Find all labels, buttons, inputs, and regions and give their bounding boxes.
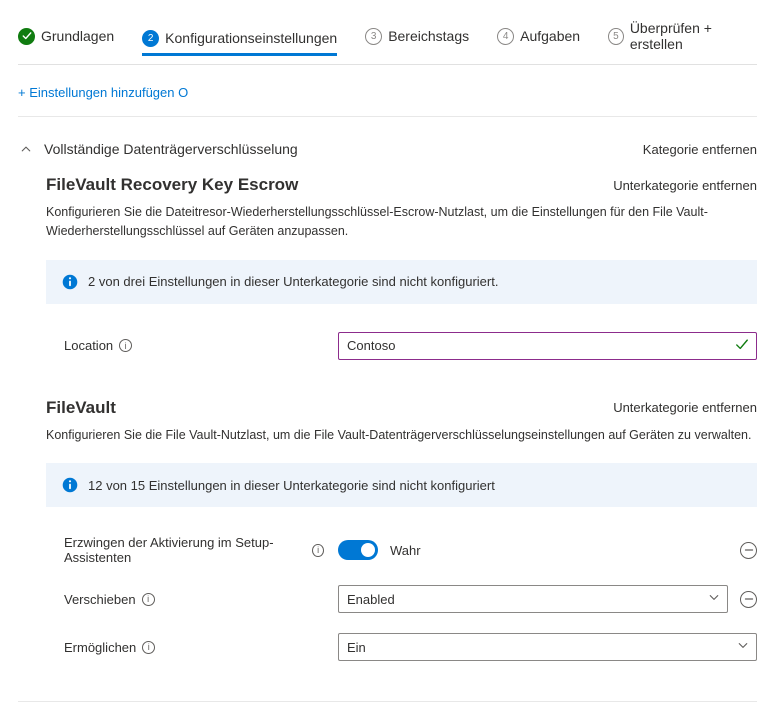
step-label: Aufgaben xyxy=(520,28,580,44)
step-number-icon: 3 xyxy=(365,28,382,45)
info-text: 12 von 15 Einstellungen in dieser Unterk… xyxy=(88,478,495,493)
wizard-stepper: Grundlagen 2 Konfigurationseinstellungen… xyxy=(18,20,757,65)
info-help-icon[interactable]: i xyxy=(119,339,132,352)
step-config-settings[interactable]: 2 Konfigurationseinstellungen xyxy=(142,30,337,56)
info-bar-filevault: 12 von 15 Einstellungen in dieser Unterk… xyxy=(46,463,757,507)
defer-select[interactable]: Enabled xyxy=(338,585,728,613)
category-title: Vollständige Datenträgerverschlüsselung xyxy=(44,141,298,157)
bottom-separator xyxy=(18,701,757,702)
step-label: Konfigurationseinstellungen xyxy=(165,30,337,46)
info-icon xyxy=(62,477,78,493)
setting-label: Ermöglichen i xyxy=(64,640,324,655)
step-review-create[interactable]: 5 Überprüfen + erstellen xyxy=(608,20,757,58)
info-help-icon[interactable]: i xyxy=(142,641,155,654)
setting-label: Location i xyxy=(64,338,324,353)
toggle-value-text: Wahr xyxy=(390,543,421,558)
info-help-icon[interactable]: i xyxy=(312,544,324,557)
step-number-icon: 2 xyxy=(142,30,159,47)
remove-subcategory-link[interactable]: Unterkategorie entfernen xyxy=(613,400,757,415)
add-settings-link[interactable]: + Einstellungen hinzufügen O xyxy=(18,85,188,100)
subcategory-description: Konfigurieren Sie die File Vault-Nutzlas… xyxy=(18,418,757,445)
subcategory-title: FileVault xyxy=(46,398,116,418)
category-header: Vollständige Datenträgerverschlüsselung … xyxy=(18,141,757,157)
force-enable-toggle[interactable] xyxy=(338,540,378,560)
info-text: 2 von drei Einstellungen in dieser Unter… xyxy=(88,274,498,289)
remove-setting-button[interactable] xyxy=(740,591,757,608)
step-label: Bereichstags xyxy=(388,28,469,44)
setting-enable: Ermöglichen i Ein xyxy=(18,623,757,671)
chevron-up-icon[interactable] xyxy=(18,141,34,157)
setting-defer: Verschieben i Enabled xyxy=(18,575,757,623)
setting-label: Erzwingen der Aktivierung im Setup-Assis… xyxy=(64,535,324,565)
step-basics[interactable]: Grundlagen xyxy=(18,28,114,51)
remove-subcategory-link[interactable]: Unterkategorie entfernen xyxy=(613,178,757,193)
step-label: Grundlagen xyxy=(41,28,114,44)
enable-select[interactable]: Ein xyxy=(338,633,757,661)
subcategory-header-filevault: FileVault Unterkategorie entfernen xyxy=(18,398,757,418)
check-icon xyxy=(735,337,749,354)
step-number-icon: 4 xyxy=(497,28,514,45)
subcategory-description: Konfigurieren Sie die Dateitresor-Wieder… xyxy=(18,195,757,242)
setting-location: Location i xyxy=(18,322,757,370)
step-assignments[interactable]: 4 Aufgaben xyxy=(497,28,580,51)
setting-force-enable: Erzwingen der Aktivierung im Setup-Assis… xyxy=(18,525,757,575)
info-help-icon[interactable]: i xyxy=(142,593,155,606)
remove-category-link[interactable]: Kategorie entfernen xyxy=(643,142,757,157)
add-settings-row: + Einstellungen hinzufügen O xyxy=(18,85,757,117)
step-scope-tags[interactable]: 3 Bereichstags xyxy=(365,28,469,51)
location-input[interactable] xyxy=(338,332,757,360)
setting-label: Verschieben i xyxy=(64,592,324,607)
subcategory-header-escrow: FileVault Recovery Key Escrow Unterkateg… xyxy=(18,175,757,195)
subcategory-title: FileVault Recovery Key Escrow xyxy=(46,175,298,195)
check-icon xyxy=(18,28,35,45)
remove-setting-button[interactable] xyxy=(740,542,757,559)
info-icon xyxy=(62,274,78,290)
info-bar-escrow: 2 von drei Einstellungen in dieser Unter… xyxy=(46,260,757,304)
step-number-icon: 5 xyxy=(608,28,624,45)
step-label: Überprüfen + erstellen xyxy=(630,20,757,52)
